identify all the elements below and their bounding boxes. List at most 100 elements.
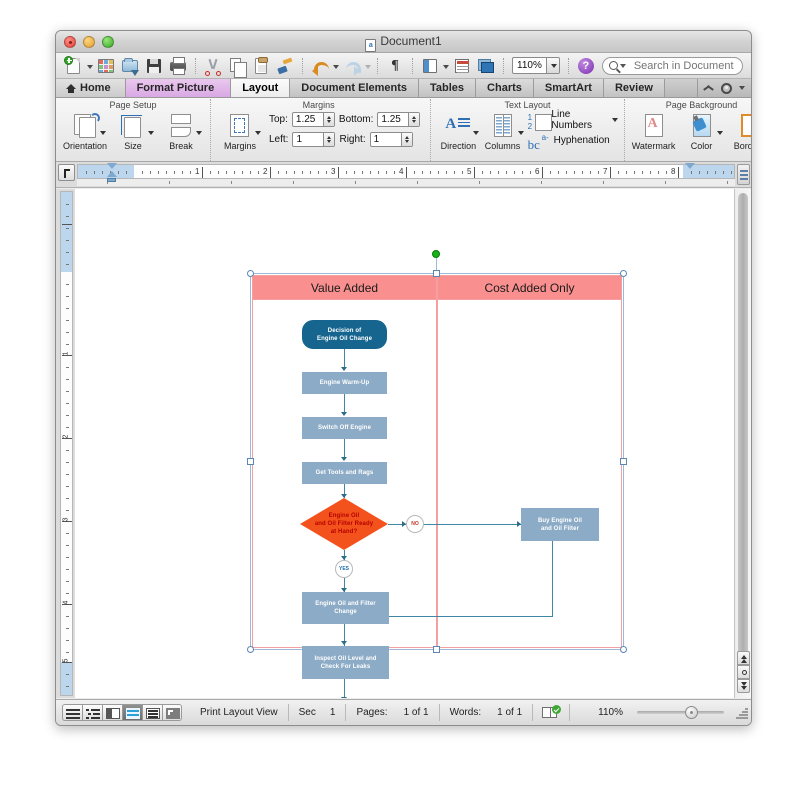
zoom-slider[interactable] (627, 706, 734, 719)
help-icon[interactable]: ? (576, 56, 596, 76)
print-layout-view-button[interactable] (122, 704, 142, 721)
open-folder-icon[interactable] (120, 56, 140, 76)
media-browser-icon[interactable] (476, 56, 496, 76)
new-document-dropdown-icon[interactable] (86, 56, 93, 76)
new-document-icon[interactable] (64, 55, 84, 76)
tab-review[interactable]: Review (603, 79, 665, 97)
zoom-slider-knob[interactable] (684, 706, 698, 719)
node-switch-off-engine[interactable]: Switch Off Engine (302, 417, 387, 439)
tab-format-picture[interactable]: Format Picture (125, 79, 232, 97)
sidebar-dropdown-icon[interactable] (442, 56, 449, 76)
gear-icon[interactable] (721, 82, 732, 94)
tab-layout[interactable]: Layout (231, 79, 291, 97)
node-engine-warm-up[interactable]: Engine Warm-Up (302, 372, 387, 394)
watermark-button[interactable]: A Watermark (631, 111, 677, 151)
node-buy-engine-oil-and-oil-filter[interactable]: Buy Engine Oil and Oil Filter (521, 508, 599, 541)
document-page[interactable]: Value Added Cost Added Only Decision of … (75, 189, 734, 698)
resize-handle-bottom-center[interactable] (433, 646, 440, 653)
horizontal-ruler[interactable]: 1 2 3 4 5 6 7 8 (77, 164, 735, 179)
size-button[interactable]: Size (110, 111, 156, 151)
margin-left-stepper[interactable]: 1 (292, 132, 336, 147)
margin-bottom-stepper[interactable]: 1.25 (377, 112, 421, 127)
tab-tables[interactable]: Tables (419, 79, 477, 97)
select-browse-object-button[interactable] (737, 665, 750, 679)
search-box[interactable] (601, 56, 751, 75)
next-page-button[interactable] (737, 679, 750, 693)
gateway-no[interactable]: NO (406, 515, 424, 533)
undo-arrow-icon[interactable] (310, 56, 330, 76)
resize-handle-top-center[interactable] (433, 270, 440, 277)
previous-page-button[interactable] (737, 651, 750, 665)
pilcrow-icon[interactable]: ¶ (385, 56, 405, 76)
notebook-icon[interactable] (452, 56, 472, 76)
redo-arrow-icon[interactable] (342, 56, 362, 76)
copy-icon[interactable] (227, 56, 247, 78)
flowchart-picture[interactable]: Value Added Cost Added Only Decision of … (247, 250, 627, 698)
gateway-yes[interactable]: YES (335, 560, 353, 578)
node-get-tools-and-rags[interactable]: Get Tools and Rags (302, 462, 387, 484)
resize-handle-bottom-left[interactable] (247, 646, 254, 653)
hyphenation-menu[interactable]: bc a- Hyphenation (528, 132, 618, 152)
tab-stop-icon[interactable] (58, 164, 75, 181)
first-line-indent-marker[interactable] (107, 163, 117, 169)
draft-view-button[interactable] (62, 704, 82, 721)
scissors-icon[interactable] (203, 56, 223, 76)
resize-handle-middle-right[interactable] (620, 458, 627, 465)
line-numbers-menu[interactable]: 12 Line Numbers (528, 109, 618, 131)
notebook-layout-view-button[interactable] (142, 704, 162, 721)
vertical-scrollbar[interactable] (734, 189, 751, 698)
tab-smartart[interactable]: SmartArt (533, 79, 604, 97)
tab-home[interactable]: Home (56, 79, 126, 97)
chevron-down-icon[interactable] (611, 117, 618, 122)
sidebar-icon[interactable] (420, 56, 440, 76)
stepper-arrows-icon[interactable] (322, 113, 334, 126)
zoom-slider-track[interactable] (636, 706, 724, 719)
left-indent-marker[interactable] (107, 178, 116, 182)
full-screen-view-button[interactable] (162, 704, 182, 721)
right-indent-marker[interactable] (685, 163, 695, 169)
vertical-ruler[interactable]: 1 2 3 4 5 (60, 191, 73, 696)
publishing-layout-view-button[interactable] (102, 704, 122, 721)
margin-top-stepper[interactable]: 1.25 (291, 112, 335, 127)
direction-button[interactable]: A Direction (437, 111, 480, 151)
spell-check-button[interactable] (532, 704, 569, 721)
resize-grip-icon[interactable] (734, 706, 748, 720)
tab-charts[interactable]: Charts (476, 79, 534, 97)
clipboard-icon[interactable] (251, 56, 271, 76)
rotate-handle[interactable] (432, 250, 440, 258)
color-button[interactable]: Color (679, 111, 725, 151)
chevron-down-icon[interactable] (619, 63, 626, 68)
columns-button[interactable]: Columns (481, 111, 524, 151)
node-engine-oil-and-filter-change[interactable]: Engine Oil and Filter Change (302, 592, 389, 624)
margins-button[interactable]: Margins (217, 111, 263, 151)
node-inspect-oil-level-and-check-for-leaks[interactable]: Inspect Oil Level and Check For Leaks (302, 646, 389, 679)
template-gallery-icon[interactable] (96, 56, 116, 76)
ruler-view-button[interactable] (737, 164, 750, 185)
resize-handle-bottom-right[interactable] (620, 646, 627, 653)
stepper-arrows-icon[interactable] (408, 113, 420, 126)
chevron-down-icon[interactable] (739, 86, 745, 90)
chevron-down-icon[interactable] (545, 58, 559, 73)
outline-view-button[interactable] (82, 704, 102, 721)
resize-handle-top-left[interactable] (247, 270, 254, 277)
hanging-indent-marker[interactable] (107, 171, 117, 177)
scrollbar-thumb[interactable] (738, 193, 748, 665)
chevron-up-icon[interactable] (704, 85, 714, 91)
floppy-disk-icon[interactable] (144, 56, 164, 76)
orientation-button[interactable]: Orientation (62, 111, 108, 151)
tab-document-elements[interactable]: Document Elements (290, 79, 420, 97)
search-input[interactable] (631, 58, 751, 73)
printer-icon[interactable] (168, 56, 188, 76)
resize-handle-middle-left[interactable] (247, 458, 254, 465)
resize-handle-top-right[interactable] (620, 270, 627, 277)
borders-button[interactable]: Borders (727, 111, 751, 151)
redo-dropdown-icon[interactable] (364, 56, 371, 76)
paintbrush-icon[interactable] (275, 56, 295, 76)
undo-dropdown-icon[interactable] (332, 56, 339, 76)
zoom-level-combobox[interactable]: 110% (512, 57, 560, 74)
stepper-arrows-icon[interactable] (323, 133, 335, 146)
node-engine-oil-and-oil-filter-ready-at-hand[interactable]: Engine Oil and Oil Filter Ready at Hand? (300, 498, 388, 550)
break-button[interactable]: Break (158, 111, 204, 151)
margin-right-stepper[interactable]: 1 (369, 132, 413, 147)
node-decision-of-engine-oil-change-start[interactable]: Decision of Engine Oil Change (302, 320, 387, 349)
